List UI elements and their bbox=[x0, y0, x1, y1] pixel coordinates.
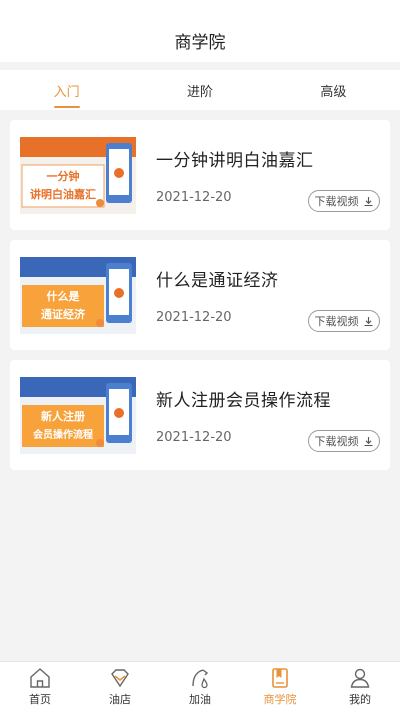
tabbar-label: 商学院 bbox=[263, 693, 297, 706]
tab-advanced[interactable]: 高级 bbox=[267, 70, 400, 110]
download-video-button[interactable]: 下载视频 bbox=[308, 310, 380, 332]
course-thumbnail[interactable]: 一分钟 讲明白油嘉汇 bbox=[20, 137, 136, 214]
course-card[interactable]: 一分钟 讲明白油嘉汇 一分钟讲明白油嘉汇 2021-12-20 下载视频 bbox=[10, 120, 390, 230]
tab-intermediate[interactable]: 进阶 bbox=[133, 70, 266, 110]
diamond-icon bbox=[111, 669, 129, 688]
tabbar-item-profile[interactable]: 我的 bbox=[320, 662, 400, 711]
tabbar-label: 我的 bbox=[349, 693, 371, 706]
download-label: 下载视频 bbox=[314, 315, 359, 328]
thumb-text-line2: 通证经济 bbox=[41, 307, 86, 321]
tabbar-item-academy[interactable]: 商学院 bbox=[240, 662, 320, 711]
page-title: 商学院 bbox=[174, 32, 226, 53]
thumb-text-line1: 新人注册 bbox=[41, 409, 85, 423]
thumb-text-line1: 一分钟 bbox=[47, 169, 80, 183]
category-tabs: 入门 进阶 高级 bbox=[0, 70, 400, 110]
course-title[interactable]: 新人注册会员操作流程 bbox=[156, 386, 331, 411]
course-thumbnail[interactable]: 什么是 通证经济 bbox=[20, 257, 136, 334]
course-title[interactable]: 什么是通证经济 bbox=[156, 266, 279, 291]
course-thumbnail[interactable]: 新人注册 会员操作流程 bbox=[20, 377, 136, 454]
download-video-button[interactable]: 下载视频 bbox=[308, 430, 380, 452]
book-icon bbox=[272, 668, 288, 688]
tab-label: 进阶 bbox=[186, 84, 213, 100]
course-date: 2021-12-20 bbox=[156, 430, 232, 445]
thumb-text-line2: 会员操作流程 bbox=[33, 428, 93, 441]
tab-active-indicator bbox=[53, 106, 80, 108]
tabbar-label: 首页 bbox=[29, 693, 51, 706]
download-icon bbox=[364, 196, 372, 206]
tabbar-label: 加油 bbox=[189, 693, 211, 706]
course-title[interactable]: 一分钟讲明白油嘉汇 bbox=[156, 146, 314, 171]
tabbar-item-refuel[interactable]: 加油 bbox=[160, 662, 240, 711]
user-icon bbox=[350, 668, 370, 688]
home-icon bbox=[30, 668, 50, 688]
tabbar-item-shop[interactable]: 油店 bbox=[80, 662, 160, 711]
course-card[interactable]: 什么是 通证经济 什么是通证经济 2021-12-20 下载视频 bbox=[10, 240, 390, 350]
course-date: 2021-12-20 bbox=[156, 310, 232, 325]
tab-label: 入门 bbox=[53, 84, 80, 100]
fuel-icon bbox=[192, 669, 209, 689]
course-date: 2021-12-20 bbox=[156, 190, 232, 205]
course-card[interactable]: 新人注册 会员操作流程 新人注册会员操作流程 2021-12-20 下载视频 bbox=[10, 360, 390, 470]
download-icon bbox=[364, 436, 372, 446]
bottom-tab-bar: 首页 油店 加油 商学院 我的 bbox=[0, 661, 400, 711]
tabbar-item-home[interactable]: 首页 bbox=[0, 662, 80, 711]
tab-beginner[interactable]: 入门 bbox=[0, 70, 133, 110]
app-header: 商学院 bbox=[0, 0, 400, 62]
download-label: 下载视频 bbox=[314, 195, 359, 208]
download-video-button[interactable]: 下载视频 bbox=[308, 190, 380, 212]
course-list: 一分钟 讲明白油嘉汇 一分钟讲明白油嘉汇 2021-12-20 下载视频 什么是… bbox=[10, 120, 390, 480]
download-icon bbox=[364, 316, 372, 326]
thumb-text-line2: 讲明白油嘉汇 bbox=[30, 187, 96, 201]
thumb-text-line1: 什么是 bbox=[47, 289, 81, 303]
tab-label: 高级 bbox=[320, 84, 347, 100]
download-label: 下载视频 bbox=[314, 435, 359, 448]
tabbar-label: 油店 bbox=[109, 693, 131, 706]
